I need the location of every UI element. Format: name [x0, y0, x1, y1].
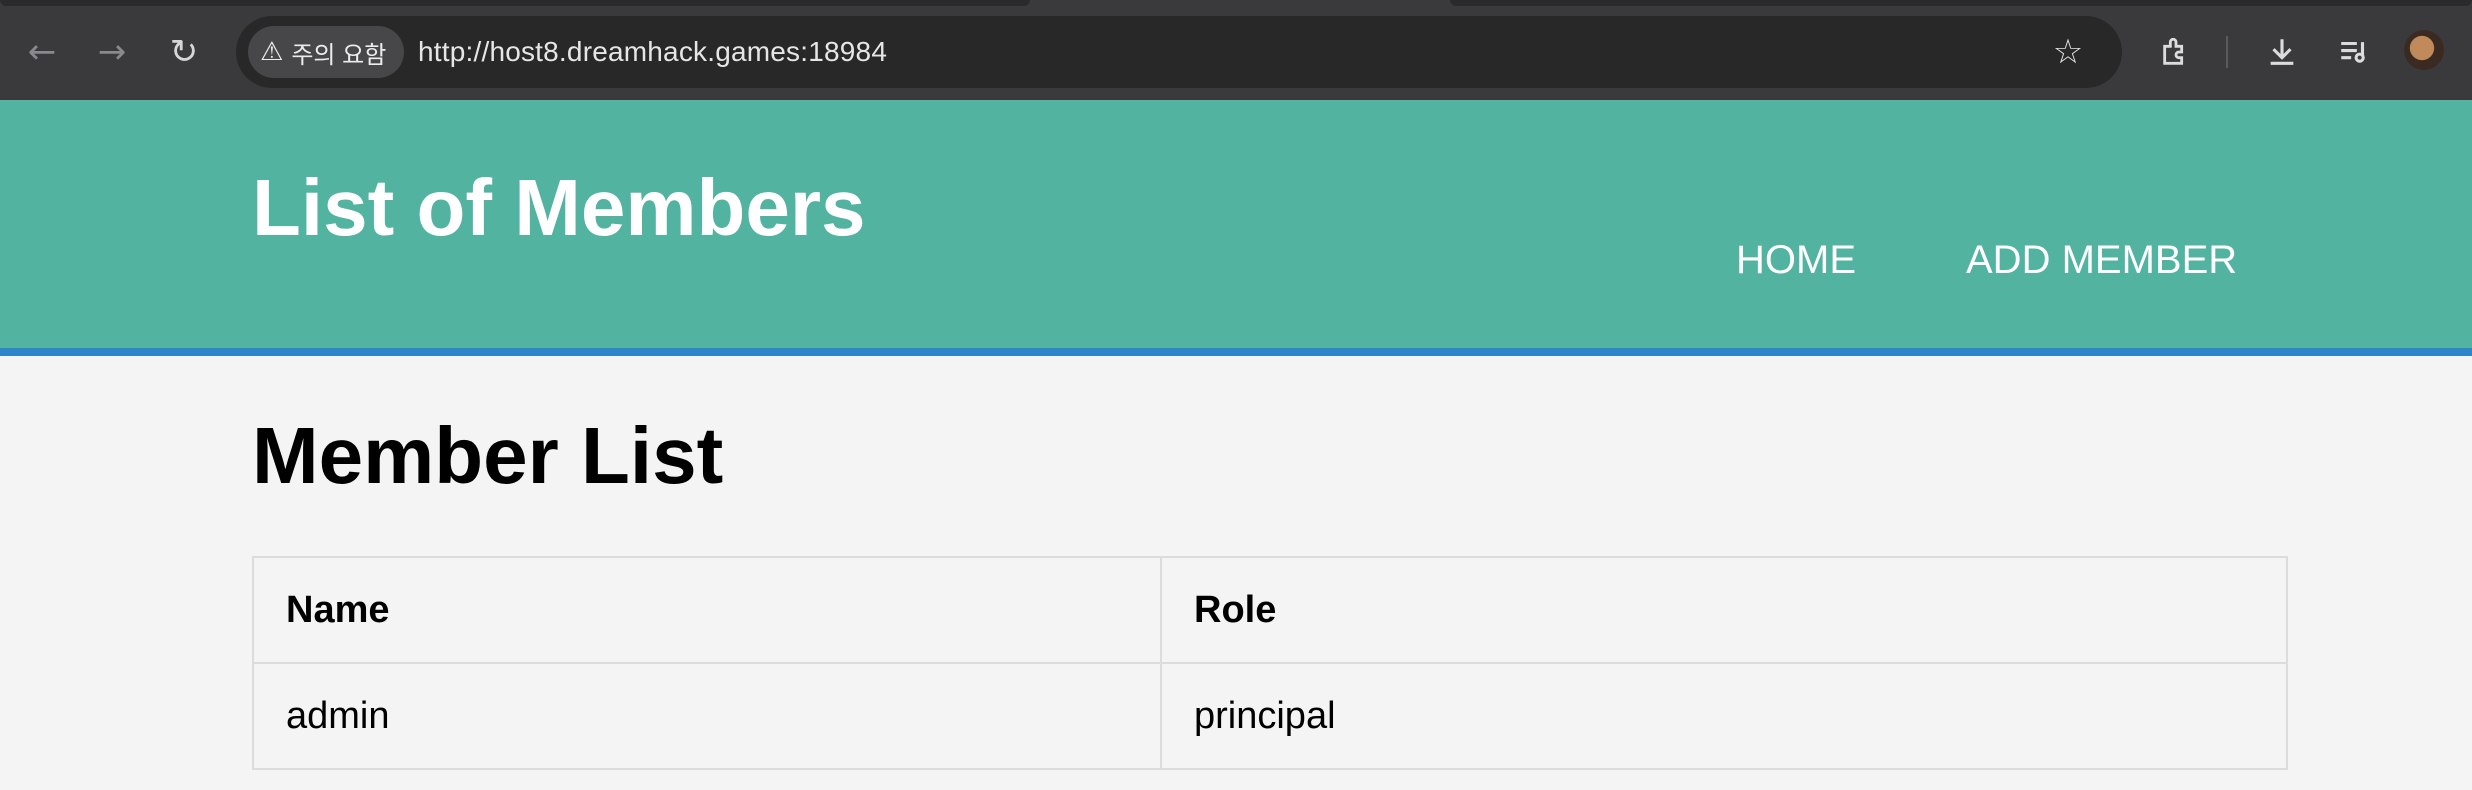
toolbar-separator: [2226, 36, 2228, 68]
security-chip-label: 주의 요함: [291, 41, 387, 69]
column-header-name: Name: [252, 556, 1162, 664]
url-text[interactable]: http://host8.dreamhack.games:18984: [418, 16, 887, 88]
tab-strip-edge: [1450, 0, 2472, 6]
table-header-row: Name Role: [252, 556, 2288, 664]
site-title: List of Members: [252, 163, 866, 252]
browser-toolbar: ← → ↻ ⚠ 주의 요함 http://host8.dreamhack.gam…: [0, 0, 2472, 100]
header-border: [0, 348, 2472, 356]
profile-avatar-icon[interactable]: [2404, 30, 2444, 70]
member-role-cell: principal: [1160, 662, 2288, 770]
column-header-role: Role: [1160, 556, 2288, 664]
nav-home-link[interactable]: HOME: [1736, 240, 1856, 280]
reload-icon[interactable]: ↻: [156, 24, 212, 80]
extensions-icon[interactable]: [2148, 24, 2204, 80]
warning-icon: ⚠: [260, 37, 284, 67]
bookmark-star-icon[interactable]: ☆: [2042, 26, 2094, 78]
tab-strip-edge: [0, 0, 1030, 6]
back-arrow-icon[interactable]: ←: [14, 24, 70, 80]
download-icon[interactable]: [2254, 24, 2310, 80]
address-bar[interactable]: ⚠ 주의 요함 http://host8.dreamhack.games:189…: [236, 16, 2122, 88]
nav-add-member-link[interactable]: ADD MEMBER: [1966, 240, 2237, 280]
member-list-title: Member List: [252, 411, 724, 500]
media-queue-icon[interactable]: [2326, 24, 2382, 80]
forward-arrow-icon[interactable]: →: [84, 24, 140, 80]
member-table: Name Role admin principal: [252, 556, 2288, 770]
security-warning-chip[interactable]: ⚠ 주의 요함: [248, 26, 405, 78]
table-row: admin principal: [252, 662, 2288, 770]
member-name-cell: admin: [252, 662, 1162, 770]
